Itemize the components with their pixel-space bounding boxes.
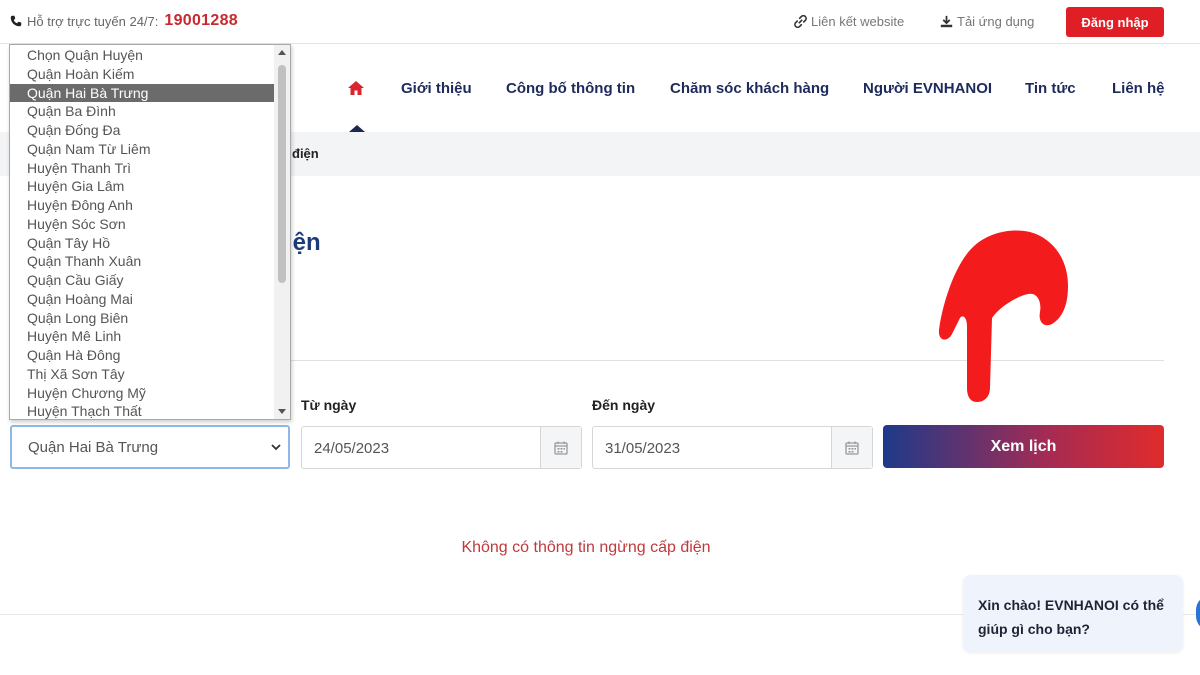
- nav-cong-bo-thong-tin[interactable]: Công bố thông tin: [506, 80, 635, 97]
- dropdown-scrollbar[interactable]: [274, 45, 290, 419]
- link-icon: [794, 15, 807, 28]
- website-links-label: Liên kết website: [811, 14, 905, 29]
- chevron-down-icon: [271, 444, 281, 451]
- from-date-value: 24/05/2023: [314, 440, 390, 457]
- district-dropdown-list[interactable]: Chọn Quận Huyện Quận Hoàn Kiếm Quận Hai Bà…: [9, 44, 291, 420]
- top-bar: Hỗ trợ trực tuyến 24/7: 19001288 Liên kế…: [0, 0, 1200, 44]
- district-option[interactable]: Chọn Quận Huyện: [10, 46, 275, 65]
- to-date-label: Đến ngày: [592, 397, 656, 413]
- view-schedule-button[interactable]: Xem lịch: [883, 425, 1164, 468]
- district-option[interactable]: Quận Hoàn Kiếm: [10, 65, 275, 84]
- district-option[interactable]: Huyện Đông Anh: [10, 196, 275, 215]
- no-outage-message: Không có thông tin ngừng cấp điện: [461, 539, 711, 556]
- district-option[interactable]: Huyện Thanh Trì: [10, 159, 275, 178]
- chat-greeting-bubble[interactable]: Xin chào! EVNHANOI có thể giúp gì cho bạ…: [963, 575, 1183, 652]
- district-option[interactable]: Huyện Gia Lâm: [10, 177, 275, 196]
- website-links[interactable]: Liên kết website: [794, 14, 904, 29]
- district-option[interactable]: Quận Hà Đông: [10, 346, 275, 365]
- download-app-label: Tải ứng dụng: [957, 14, 1035, 29]
- district-select[interactable]: Quận Hai Bà Trưng: [10, 425, 290, 469]
- chat-greeting-text: Xin chào! EVNHANOI có thể giúp gì cho bạ…: [978, 597, 1164, 637]
- nav-nguoi-evnhanoi[interactable]: Người EVNHANOI: [863, 80, 992, 97]
- from-date-input[interactable]: 24/05/2023: [301, 426, 582, 469]
- district-option[interactable]: Thị Xã Sơn Tây: [10, 365, 275, 384]
- district-options: Chọn Quận Huyện Quận Hoàn Kiếm Quận Hai Bà…: [10, 46, 275, 419]
- nav-tin-tuc[interactable]: Tin tức: [1025, 80, 1076, 97]
- district-option[interactable]: Huyện Thạch Thất: [10, 402, 275, 419]
- support-info: Hỗ trợ trực tuyến 24/7: 19001288: [10, 12, 238, 30]
- phone-icon: [10, 15, 22, 27]
- district-option[interactable]: Quận Hai Bà Trưng: [10, 83, 275, 103]
- nav-lien-he[interactable]: Liên hệ: [1112, 80, 1165, 97]
- district-option[interactable]: Quận Long Biên: [10, 309, 275, 328]
- district-option[interactable]: Huyện Chương Mỹ: [10, 384, 275, 403]
- district-select-value: Quận Hai Bà Trưng: [28, 438, 159, 456]
- district-option[interactable]: Quận Đống Đa: [10, 121, 275, 140]
- district-option[interactable]: Huyện Mê Linh: [10, 327, 275, 346]
- district-option[interactable]: Quận Hoàng Mai: [10, 290, 275, 309]
- to-date-value: 31/05/2023: [605, 440, 681, 457]
- to-date-input[interactable]: 31/05/2023: [592, 426, 873, 469]
- calendar-icon: [554, 441, 568, 455]
- scroll-up-arrow-icon[interactable]: [278, 50, 286, 55]
- from-date-label: Từ ngày: [301, 397, 357, 413]
- download-icon: [940, 15, 953, 28]
- to-date-calendar-button[interactable]: [831, 427, 872, 468]
- hotline-number[interactable]: 19001288: [164, 12, 238, 30]
- home-icon: [348, 81, 364, 95]
- calendar-icon: [845, 441, 859, 455]
- district-option[interactable]: Huyện Sóc Sơn: [10, 215, 275, 234]
- support-label: Hỗ trợ trực tuyến 24/7:: [27, 13, 159, 29]
- district-option[interactable]: Quận Ba Đình: [10, 102, 275, 121]
- district-option[interactable]: Quận Nam Từ Liêm: [10, 140, 275, 159]
- download-app-link[interactable]: Tải ứng dụng: [940, 14, 1034, 29]
- nav-gioi-thieu[interactable]: Giới thiệu: [401, 80, 472, 97]
- page-title: iện: [286, 229, 321, 256]
- nav-home[interactable]: [347, 80, 365, 101]
- district-option[interactable]: Quận Cầu Giấy: [10, 271, 275, 290]
- login-button[interactable]: Đăng nhập: [1066, 7, 1164, 37]
- district-option[interactable]: Quận Tây Hồ: [10, 234, 275, 253]
- nav-cham-soc-khach-hang[interactable]: Chăm sóc khách hàng: [670, 80, 829, 97]
- scroll-down-arrow-icon[interactable]: [278, 409, 286, 414]
- pointing-hand-icon: [938, 230, 1068, 402]
- district-option[interactable]: Quận Thanh Xuân: [10, 252, 275, 271]
- active-nav-indicator: [349, 125, 365, 132]
- chat-launcher-button[interactable]: [1196, 595, 1200, 631]
- scrollbar-thumb[interactable]: [278, 65, 286, 283]
- breadcrumb-current: điện: [292, 146, 319, 161]
- from-date-calendar-button[interactable]: [540, 427, 581, 468]
